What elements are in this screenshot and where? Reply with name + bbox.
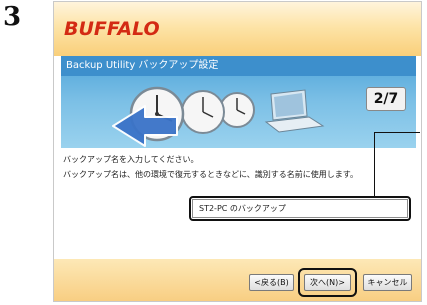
callout-line	[374, 132, 375, 196]
cancel-button[interactable]: キャンセル	[363, 274, 412, 291]
wizard-footer: <戻る(B) 次へ(N)> キャンセル	[54, 259, 421, 301]
buffalo-logo: BUFFALO	[64, 18, 160, 40]
next-button[interactable]: 次へ(N)>	[304, 274, 351, 291]
step-indicator: 2/7	[366, 87, 406, 111]
instruction-text: バックアップ名を入力してください。	[63, 155, 199, 164]
wizard-header: Backup Utility バックアップ設定 2/7	[61, 56, 416, 148]
description-text: バックアップ名は、他の環境で復元するときなどに、識別する名前に使用します。	[63, 170, 358, 179]
clock-icon	[181, 90, 225, 134]
clock-icon	[219, 92, 255, 128]
header-illustration	[112, 86, 325, 147]
wizard-content: バックアップ名を入力してください。 バックアップ名は、他の環境で復元するときなど…	[61, 132, 420, 248]
input-callout-highlight	[189, 196, 411, 221]
back-button[interactable]: <戻る(B)	[249, 274, 294, 291]
backup-utility-window: BUFFALO Backup Utility バックアップ設定 2/7 バックア…	[53, 1, 422, 302]
wizard-title: Backup Utility バックアップ設定	[61, 56, 416, 76]
window-titlebar: BUFFALO	[54, 2, 421, 56]
step-number: 3	[3, 2, 22, 32]
laptop-icon	[264, 89, 325, 133]
callout-line	[375, 132, 420, 133]
